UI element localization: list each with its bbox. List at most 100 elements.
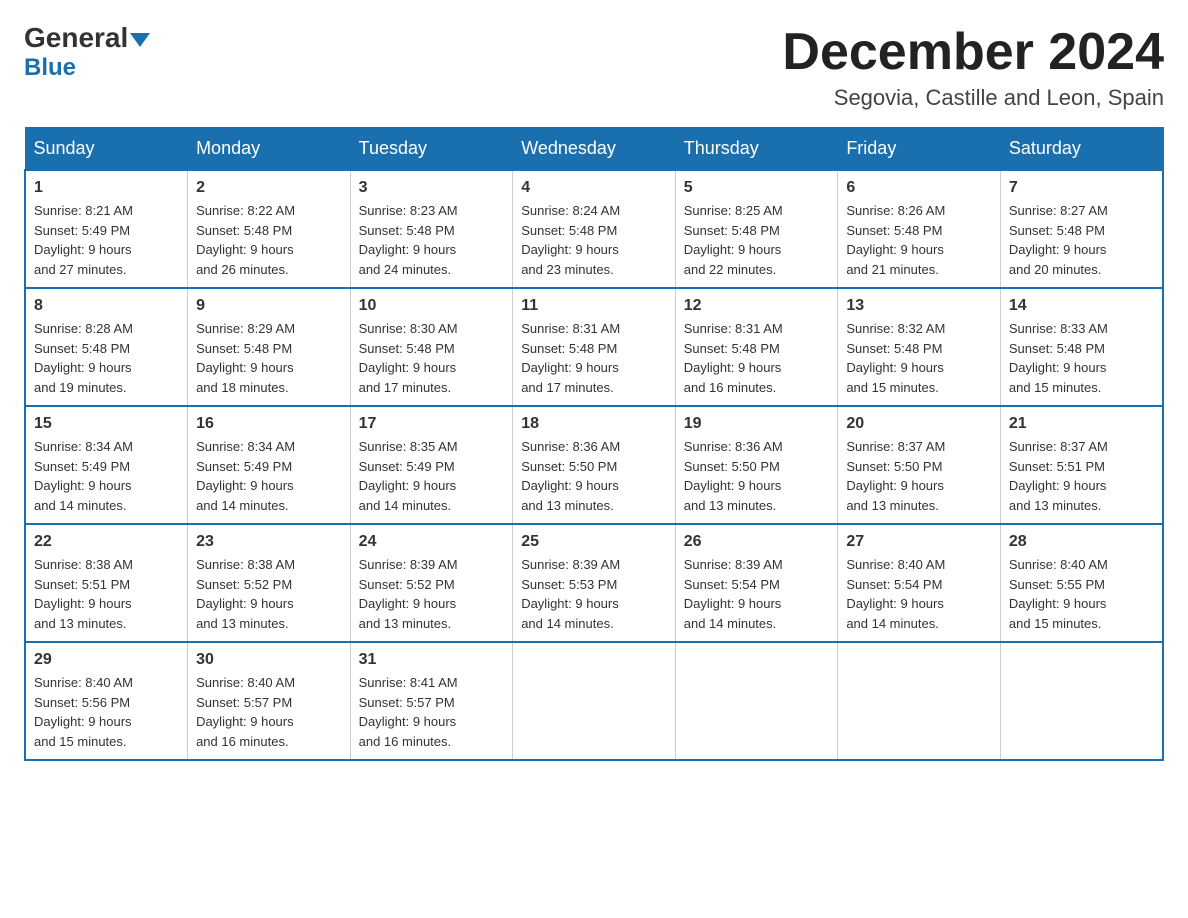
day-info: Sunrise: 8:35 AMSunset: 5:49 PMDaylight:…	[359, 437, 505, 515]
calendar-day-7: 7 Sunrise: 8:27 AMSunset: 5:48 PMDaylight…	[1000, 170, 1163, 288]
day-number: 8	[34, 297, 179, 315]
day-number: 12	[684, 297, 830, 315]
header-wednesday: Wednesday	[513, 128, 676, 171]
day-number: 3	[359, 179, 505, 197]
calendar-day-19: 19 Sunrise: 8:36 AMSunset: 5:50 PMDayligh…	[675, 406, 838, 524]
day-info: Sunrise: 8:39 AMSunset: 5:54 PMDaylight:…	[684, 555, 830, 633]
day-number: 10	[359, 297, 505, 315]
day-info: Sunrise: 8:39 AMSunset: 5:52 PMDaylight:…	[359, 555, 505, 633]
calendar-week-2: 8 Sunrise: 8:28 AMSunset: 5:48 PMDaylight…	[25, 288, 1163, 406]
calendar-day-25: 25 Sunrise: 8:39 AMSunset: 5:53 PMDayligh…	[513, 524, 676, 642]
day-info: Sunrise: 8:27 AMSunset: 5:48 PMDaylight:…	[1009, 201, 1154, 279]
calendar-table: SundayMondayTuesdayWednesdayThursdayFrid…	[24, 127, 1164, 761]
day-number: 11	[521, 297, 667, 315]
header-friday: Friday	[838, 128, 1001, 171]
calendar-week-1: 1Sunrise: 8:21 AMSunset: 5:49 PMDaylight…	[25, 170, 1163, 288]
calendar-empty-cell	[675, 642, 838, 760]
header-thursday: Thursday	[675, 128, 838, 171]
day-number: 22	[34, 533, 179, 551]
calendar-day-14: 14 Sunrise: 8:33 AMSunset: 5:48 PMDayligh…	[1000, 288, 1163, 406]
calendar-day-4: 4 Sunrise: 8:24 AMSunset: 5:48 PMDaylight…	[513, 170, 676, 288]
day-info: Sunrise: 8:33 AMSunset: 5:48 PMDaylight:…	[1009, 319, 1154, 397]
day-info: Sunrise: 8:22 AMSunset: 5:48 PMDaylight:…	[196, 201, 342, 279]
calendar-day-2: 2 Sunrise: 8:22 AMSunset: 5:48 PMDaylight…	[188, 170, 351, 288]
header-sunday: Sunday	[25, 128, 188, 171]
calendar-day-16: 16Sunrise: 8:34 AMSunset: 5:49 PMDayligh…	[188, 406, 351, 524]
day-number: 23	[196, 533, 342, 551]
day-info: Sunrise: 8:24 AMSunset: 5:48 PMDaylight:…	[521, 201, 667, 279]
day-number: 1	[34, 179, 179, 197]
title-block: December 2024 Segovia, Castille and Leon…	[782, 24, 1164, 111]
calendar-week-4: 22 Sunrise: 8:38 AMSunset: 5:51 PMDayligh…	[25, 524, 1163, 642]
calendar-empty-cell	[838, 642, 1001, 760]
calendar-day-9: 9Sunrise: 8:29 AMSunset: 5:48 PMDaylight…	[188, 288, 351, 406]
day-number: 20	[846, 415, 992, 433]
day-info: Sunrise: 8:23 AMSunset: 5:48 PMDaylight:…	[359, 201, 505, 279]
day-number: 19	[684, 415, 830, 433]
logo-general: General	[24, 22, 128, 53]
calendar-day-3: 3 Sunrise: 8:23 AMSunset: 5:48 PMDaylight…	[350, 170, 513, 288]
calendar-empty-cell	[1000, 642, 1163, 760]
calendar-day-15: 15Sunrise: 8:34 AMSunset: 5:49 PMDayligh…	[25, 406, 188, 524]
calendar-day-27: 27 Sunrise: 8:40 AMSunset: 5:54 PMDayligh…	[838, 524, 1001, 642]
calendar-day-21: 21Sunrise: 8:37 AMSunset: 5:51 PMDayligh…	[1000, 406, 1163, 524]
calendar-day-10: 10 Sunrise: 8:30 AMSunset: 5:48 PMDayligh…	[350, 288, 513, 406]
day-info: Sunrise: 8:34 AMSunset: 5:49 PMDaylight:…	[34, 437, 179, 515]
day-info: Sunrise: 8:25 AMSunset: 5:48 PMDaylight:…	[684, 201, 830, 279]
day-number: 16	[196, 415, 342, 433]
day-number: 14	[1009, 297, 1154, 315]
calendar-day-17: 17 Sunrise: 8:35 AMSunset: 5:49 PMDayligh…	[350, 406, 513, 524]
day-info: Sunrise: 8:39 AMSunset: 5:53 PMDaylight:…	[521, 555, 667, 633]
calendar-day-31: 31 Sunrise: 8:41 AMSunset: 5:57 PMDayligh…	[350, 642, 513, 760]
calendar-day-8: 8 Sunrise: 8:28 AMSunset: 5:48 PMDaylight…	[25, 288, 188, 406]
day-number: 21	[1009, 415, 1154, 433]
day-number: 17	[359, 415, 505, 433]
day-number: 7	[1009, 179, 1154, 197]
calendar-week-5: 29 Sunrise: 8:40 AMSunset: 5:56 PMDayligh…	[25, 642, 1163, 760]
calendar-day-29: 29 Sunrise: 8:40 AMSunset: 5:56 PMDayligh…	[25, 642, 188, 760]
day-number: 2	[196, 179, 342, 197]
calendar-day-13: 13 Sunrise: 8:32 AMSunset: 5:48 PMDayligh…	[838, 288, 1001, 406]
calendar-day-28: 28Sunrise: 8:40 AMSunset: 5:55 PMDayligh…	[1000, 524, 1163, 642]
calendar-day-11: 11 Sunrise: 8:31 AMSunset: 5:48 PMDayligh…	[513, 288, 676, 406]
calendar-subtitle: Segovia, Castille and Leon, Spain	[782, 85, 1164, 111]
header-monday: Monday	[188, 128, 351, 171]
day-info: Sunrise: 8:31 AMSunset: 5:48 PMDaylight:…	[521, 319, 667, 397]
logo-triangle-icon	[130, 33, 150, 47]
day-number: 31	[359, 651, 505, 669]
day-info: Sunrise: 8:31 AMSunset: 5:48 PMDaylight:…	[684, 319, 830, 397]
calendar-day-24: 24 Sunrise: 8:39 AMSunset: 5:52 PMDayligh…	[350, 524, 513, 642]
day-info: Sunrise: 8:40 AMSunset: 5:56 PMDaylight:…	[34, 673, 179, 751]
day-info: Sunrise: 8:40 AMSunset: 5:57 PMDaylight:…	[196, 673, 342, 751]
calendar-empty-cell	[513, 642, 676, 760]
day-number: 5	[684, 179, 830, 197]
day-info: Sunrise: 8:40 AMSunset: 5:54 PMDaylight:…	[846, 555, 992, 633]
calendar-day-5: 5 Sunrise: 8:25 AMSunset: 5:48 PMDaylight…	[675, 170, 838, 288]
day-info: Sunrise: 8:37 AMSunset: 5:50 PMDaylight:…	[846, 437, 992, 515]
header-saturday: Saturday	[1000, 128, 1163, 171]
day-info: Sunrise: 8:29 AMSunset: 5:48 PMDaylight:…	[196, 319, 342, 397]
day-info: Sunrise: 8:38 AMSunset: 5:52 PMDaylight:…	[196, 555, 342, 633]
day-number: 4	[521, 179, 667, 197]
day-number: 13	[846, 297, 992, 315]
day-info: Sunrise: 8:40 AMSunset: 5:55 PMDaylight:…	[1009, 555, 1154, 633]
header-tuesday: Tuesday	[350, 128, 513, 171]
day-number: 26	[684, 533, 830, 551]
logo-top: General	[24, 24, 150, 52]
day-number: 18	[521, 415, 667, 433]
day-info: Sunrise: 8:36 AMSunset: 5:50 PMDaylight:…	[521, 437, 667, 515]
calendar-header-row: SundayMondayTuesdayWednesdayThursdayFrid…	[25, 128, 1163, 171]
day-info: Sunrise: 8:30 AMSunset: 5:48 PMDaylight:…	[359, 319, 505, 397]
calendar-day-18: 18 Sunrise: 8:36 AMSunset: 5:50 PMDayligh…	[513, 406, 676, 524]
logo: General Blue	[24, 24, 150, 82]
day-info: Sunrise: 8:38 AMSunset: 5:51 PMDaylight:…	[34, 555, 179, 633]
day-info: Sunrise: 8:41 AMSunset: 5:57 PMDaylight:…	[359, 673, 505, 751]
day-number: 25	[521, 533, 667, 551]
day-info: Sunrise: 8:36 AMSunset: 5:50 PMDaylight:…	[684, 437, 830, 515]
day-number: 6	[846, 179, 992, 197]
day-info: Sunrise: 8:28 AMSunset: 5:48 PMDaylight:…	[34, 319, 179, 397]
day-info: Sunrise: 8:32 AMSunset: 5:48 PMDaylight:…	[846, 319, 992, 397]
day-number: 27	[846, 533, 992, 551]
day-number: 29	[34, 651, 179, 669]
day-number: 24	[359, 533, 505, 551]
